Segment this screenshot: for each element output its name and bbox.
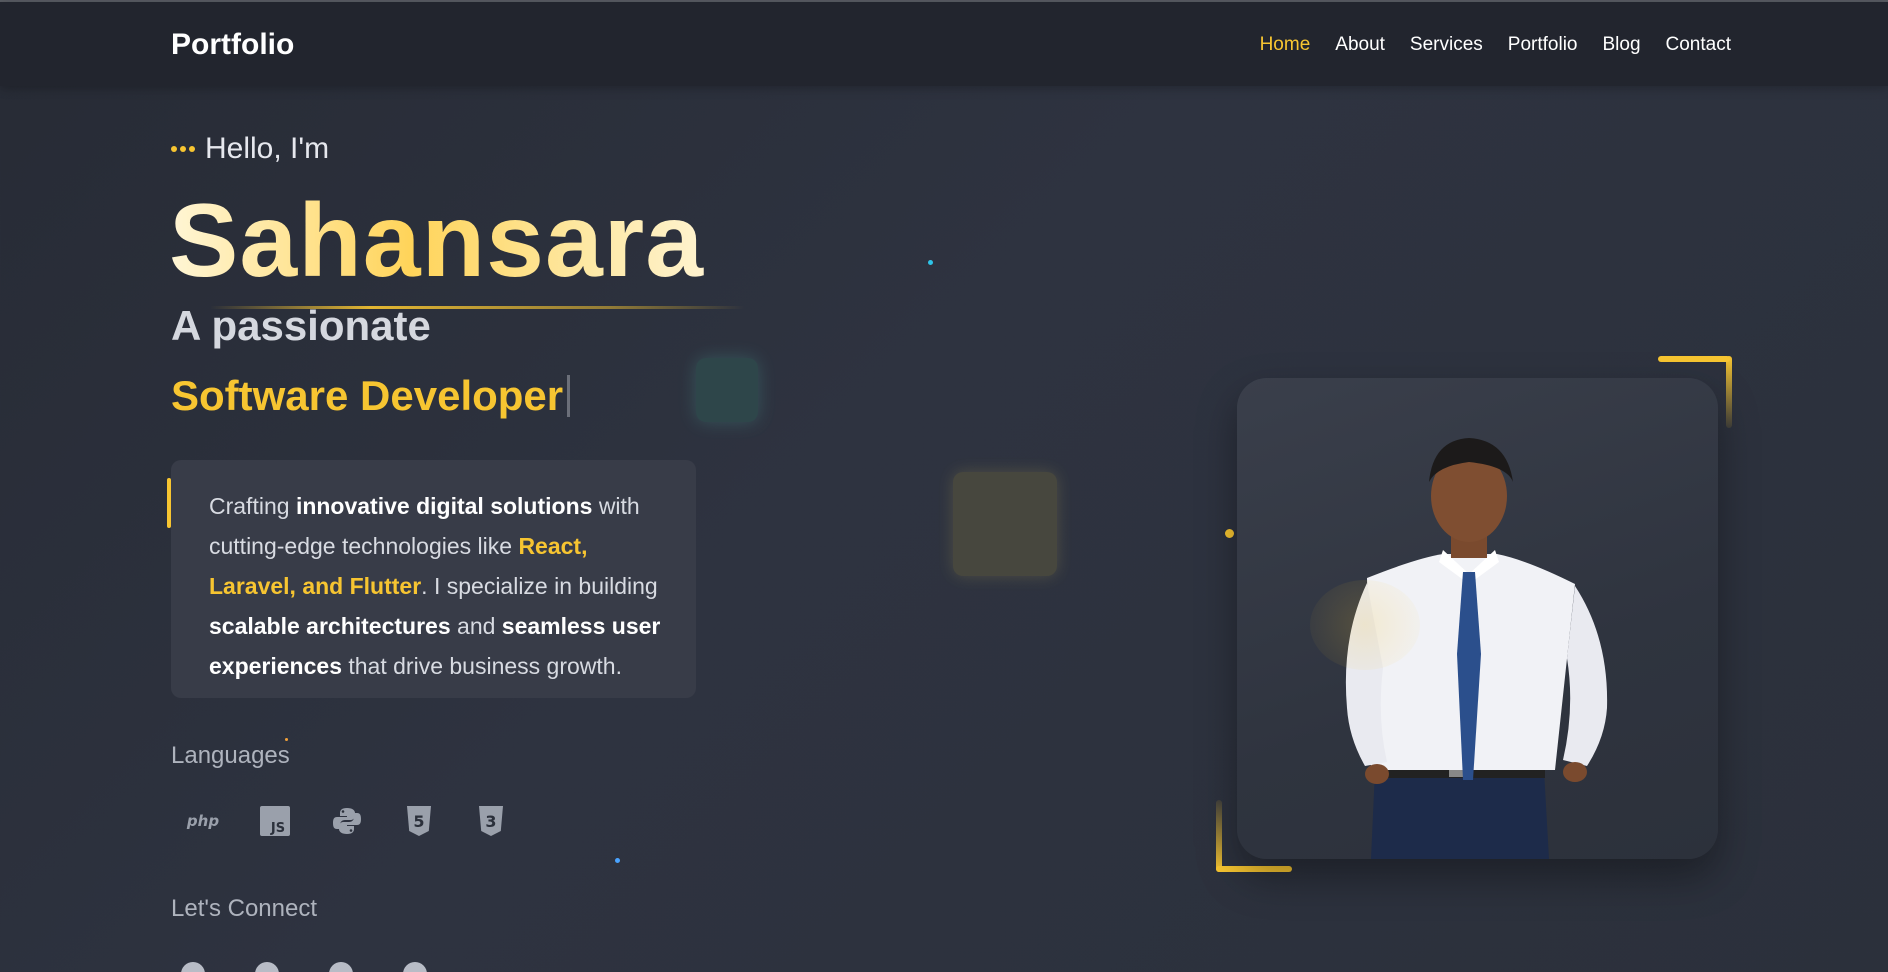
heart-icon[interactable]	[403, 962, 427, 972]
frame-corner-bottom-left	[1216, 866, 1292, 872]
svg-text:php: php	[186, 812, 219, 830]
svg-text:5: 5	[413, 812, 424, 831]
python-icon	[325, 804, 369, 838]
languages-list: php JS 5 3	[181, 804, 513, 838]
nav-menu: Home About Services Portfolio Blog Conta…	[1260, 34, 1731, 56]
decor-glow	[1310, 580, 1420, 670]
nav-link-services[interactable]: Services	[1410, 34, 1483, 56]
connect-label: Let's Connect	[171, 895, 318, 922]
hero-tagline: A passionate	[171, 302, 431, 349]
linkedin-icon[interactable]	[181, 962, 205, 972]
html5-icon: 5	[397, 804, 441, 838]
decor-square-olive	[953, 472, 1057, 576]
php-icon: php	[181, 804, 225, 838]
nav-link-blog[interactable]: Blog	[1602, 34, 1640, 56]
decor-dot-orange	[285, 738, 288, 741]
profile-photo	[1237, 378, 1718, 859]
frame-corner-top-right	[1658, 356, 1730, 362]
person-illustration	[1345, 438, 1608, 859]
decor-square-teal	[696, 358, 758, 422]
x-icon[interactable]	[329, 962, 353, 972]
frame-corner-top-right-vertical	[1726, 356, 1732, 428]
dots-icon	[171, 146, 195, 152]
social-links	[181, 962, 427, 972]
intro-text: Crafting innovative digital solutions wi…	[209, 493, 661, 679]
decor-dot-blue	[615, 858, 620, 863]
role-text: Software Developer	[171, 372, 564, 419]
decor-dot-yellow	[1225, 529, 1234, 538]
github-icon[interactable]	[255, 962, 279, 972]
nav-link-home[interactable]: Home	[1260, 34, 1311, 56]
nav-link-contact[interactable]: Contact	[1666, 34, 1731, 56]
nav-link-portfolio[interactable]: Portfolio	[1508, 34, 1578, 56]
navbar: Portfolio Home About Services Portfolio …	[0, 2, 1888, 86]
nav-link-about[interactable]: About	[1335, 34, 1385, 56]
css3-icon: 3	[469, 804, 513, 838]
languages-label: Languages	[171, 742, 290, 769]
javascript-icon: JS	[253, 804, 297, 838]
greeting: Hello, I'm	[171, 132, 329, 166]
svg-text:3: 3	[485, 812, 496, 831]
hero-role: Software Developer	[171, 372, 571, 420]
intro-card: Crafting innovative digital solutions wi…	[171, 460, 696, 698]
decor-dot-cyan	[928, 260, 933, 265]
hero-name: Sahansara	[169, 183, 705, 299]
typing-caret	[567, 375, 571, 417]
brand-logo[interactable]: Portfolio	[171, 28, 294, 62]
frame-corner-bottom-left-vertical	[1216, 800, 1222, 872]
greeting-text: Hello, I'm	[205, 132, 330, 165]
svg-text:JS: JS	[270, 821, 285, 836]
